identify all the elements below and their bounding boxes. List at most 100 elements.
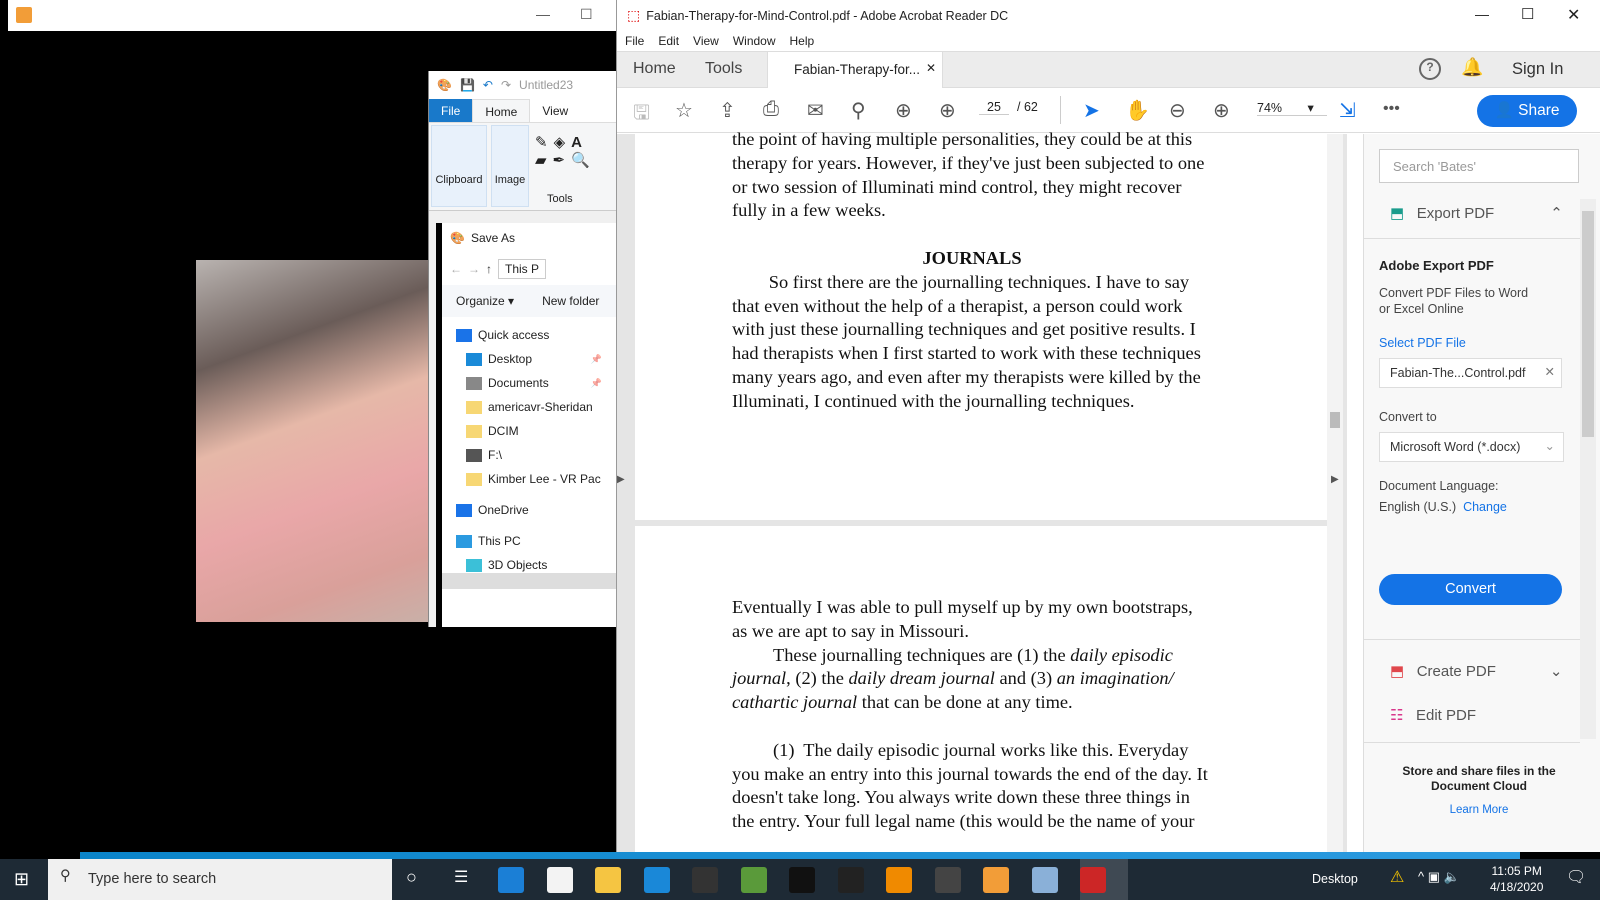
learn-more-link[interactable]: Learn More xyxy=(1364,804,1594,816)
address-bar[interactable]: This P xyxy=(498,259,547,279)
nav-item[interactable]: Documents 📌 xyxy=(442,371,616,395)
nav-item[interactable]: DCIM xyxy=(442,419,616,443)
zoom-select[interactable]: 74% ▾ xyxy=(1257,100,1327,116)
nav-item[interactable]: Desktop 📌 xyxy=(442,347,616,371)
camera-app-icon[interactable] xyxy=(789,867,815,893)
zoom-in-icon[interactable]: ⊕ xyxy=(1213,98,1230,123)
nav-item[interactable]: OneDrive xyxy=(442,498,616,522)
tab-tools[interactable]: Tools xyxy=(705,60,742,78)
media-player-icon[interactable] xyxy=(983,867,1009,893)
search-input[interactable]: Search 'Bates' xyxy=(1379,149,1579,183)
mail-icon[interactable] xyxy=(643,867,670,893)
store-icon[interactable] xyxy=(546,867,573,893)
help-icon[interactable]: ? xyxy=(1419,58,1441,80)
nav-item[interactable]: F:\ xyxy=(442,443,616,467)
nav-item[interactable]: Kimber Lee - VR Pac xyxy=(442,467,616,491)
menu-file[interactable]: File xyxy=(625,34,644,48)
tab-home[interactable]: Home xyxy=(633,60,676,78)
undo-icon[interactable]: ↶ xyxy=(483,78,493,92)
share-button[interactable]: 👤 Share xyxy=(1477,95,1577,127)
previous-page-icon[interactable]: ⊕ xyxy=(895,98,912,123)
windows-start-icon[interactable]: ⊞ xyxy=(14,869,29,890)
vertical-scrollbar[interactable] xyxy=(1327,134,1343,852)
zoom-out-icon[interactable]: ⊖ xyxy=(1169,98,1186,123)
tab-home[interactable]: Home xyxy=(472,99,531,122)
convert-button[interactable]: Convert xyxy=(1379,574,1562,605)
cortana-icon[interactable]: ○ xyxy=(406,867,417,888)
task-view-icon[interactable]: ☰ xyxy=(454,867,468,887)
nav-item[interactable]: This PC xyxy=(442,529,616,553)
warning-icon[interactable]: ⚠ xyxy=(1390,867,1404,887)
print-icon[interactable]: ⎙ xyxy=(763,98,779,121)
adobe-export-title: Adobe Export PDF xyxy=(1379,258,1494,273)
tab-file[interactable]: File xyxy=(429,99,473,122)
organize-button[interactable]: Organize ▾ xyxy=(456,294,514,308)
color-app-icon[interactable] xyxy=(837,867,864,893)
paint-icon[interactable] xyxy=(1031,867,1058,893)
maximize-button[interactable]: ☐ xyxy=(1521,5,1534,23)
nav-item[interactable]: americavr-Sheridan xyxy=(442,395,616,419)
bookmark-star-icon[interactable]: ☆ xyxy=(675,98,693,123)
new-folder-button[interactable]: New folder xyxy=(542,294,599,308)
maximize-button[interactable]: ☐ xyxy=(580,6,593,23)
clock[interactable]: 11:05 PM 4/18/2020 xyxy=(1490,863,1543,895)
menu-edit[interactable]: Edit xyxy=(658,34,679,48)
back-icon[interactable]: ← xyxy=(450,262,462,276)
close-button[interactable]: ✕ xyxy=(1567,5,1580,25)
file-explorer-icon[interactable] xyxy=(595,867,621,893)
save-icon[interactable]: 🖫 xyxy=(633,98,650,132)
hand-tool-icon[interactable]: ✋ xyxy=(1125,98,1150,123)
menu-help[interactable]: Help xyxy=(790,34,815,48)
tools-icons[interactable]: ✎◈A ▰✒🔍 xyxy=(535,133,596,169)
pc-icon xyxy=(456,534,472,548)
desktop-toolbar[interactable]: Desktop xyxy=(1312,872,1358,886)
vlc-icon[interactable] xyxy=(886,867,912,893)
save-icon[interactable]: 💾 xyxy=(460,78,475,92)
tray-icons[interactable]: ^ ▣ 🔈 xyxy=(1418,869,1460,885)
menu-view[interactable]: View xyxy=(693,34,719,48)
nav-item[interactable]: Quick access xyxy=(442,323,616,347)
select-cursor-icon[interactable]: ➤ xyxy=(1083,98,1100,123)
minimize-button[interactable]: — xyxy=(536,6,550,22)
pane-scrollbar[interactable] xyxy=(1580,199,1596,739)
notification-icon[interactable]: 🗨 xyxy=(1566,867,1586,887)
bell-icon[interactable]: 🔔 xyxy=(1461,57,1483,78)
tab-view[interactable]: View xyxy=(530,99,580,122)
amazon-icon[interactable] xyxy=(692,867,718,893)
clipboard-group[interactable]: Clipboard xyxy=(431,125,487,207)
create-pdf-item[interactable]: ⬒ Create PDF ⌄ xyxy=(1390,662,1562,680)
up-icon[interactable]: ↑ xyxy=(486,262,492,276)
menu-window[interactable]: Window xyxy=(733,34,776,48)
upload-icon[interactable]: ⇪ xyxy=(719,98,736,123)
select-pdf-file-label[interactable]: Select PDF File xyxy=(1379,336,1466,350)
image-group[interactable]: Image xyxy=(491,125,529,207)
winamp-icon[interactable] xyxy=(934,867,961,893)
email-icon[interactable]: ✉ xyxy=(807,98,824,123)
export-pdf-header[interactable]: ⬒ Export PDF ⌃ xyxy=(1390,204,1563,222)
clear-file-icon[interactable]: ✕ xyxy=(1545,364,1555,379)
taskbar-search-input[interactable]: ⚲ Type here to search xyxy=(48,859,392,900)
format-select[interactable]: Microsoft Word (*.docx) ⌄ xyxy=(1379,432,1564,462)
edge-icon[interactable] xyxy=(498,867,524,893)
pin-icon[interactable]: 📌 xyxy=(591,378,602,389)
more-icon[interactable]: ••• xyxy=(1383,100,1400,118)
search-zoom-icon[interactable]: ⚲ xyxy=(851,98,866,123)
left-pane-toggle-icon[interactable]: ▶ xyxy=(617,474,625,485)
right-pane-toggle-icon[interactable]: ▶ xyxy=(1331,474,1339,485)
selected-file-field[interactable]: Fabian-The...Control.pdf ✕ xyxy=(1379,358,1562,388)
change-language-link[interactable]: Change xyxy=(1463,500,1507,514)
tripadvisor-icon[interactable] xyxy=(740,867,767,893)
document-view[interactable]: the point of having multiple personaliti… xyxy=(617,129,1347,852)
redo-icon[interactable]: ↷ xyxy=(501,78,511,92)
minimize-button[interactable]: — xyxy=(1475,6,1489,22)
close-tab-icon[interactable]: ✕ xyxy=(926,61,936,75)
forward-icon[interactable]: → xyxy=(468,262,480,276)
edit-pdf-item[interactable]: ☷ Edit PDF xyxy=(1390,706,1476,724)
horizontal-scrollbar[interactable] xyxy=(442,573,616,589)
tab-document[interactable]: Fabian-Therapy-for... ✕ xyxy=(767,52,943,88)
fit-page-icon[interactable]: ⇲ xyxy=(1339,98,1356,123)
pin-icon[interactable]: 📌 xyxy=(591,354,602,365)
page-number-input[interactable]: 25 xyxy=(979,100,1009,115)
next-page-icon[interactable]: ⊕ xyxy=(939,98,956,123)
sign-in-link[interactable]: Sign In xyxy=(1512,60,1563,79)
